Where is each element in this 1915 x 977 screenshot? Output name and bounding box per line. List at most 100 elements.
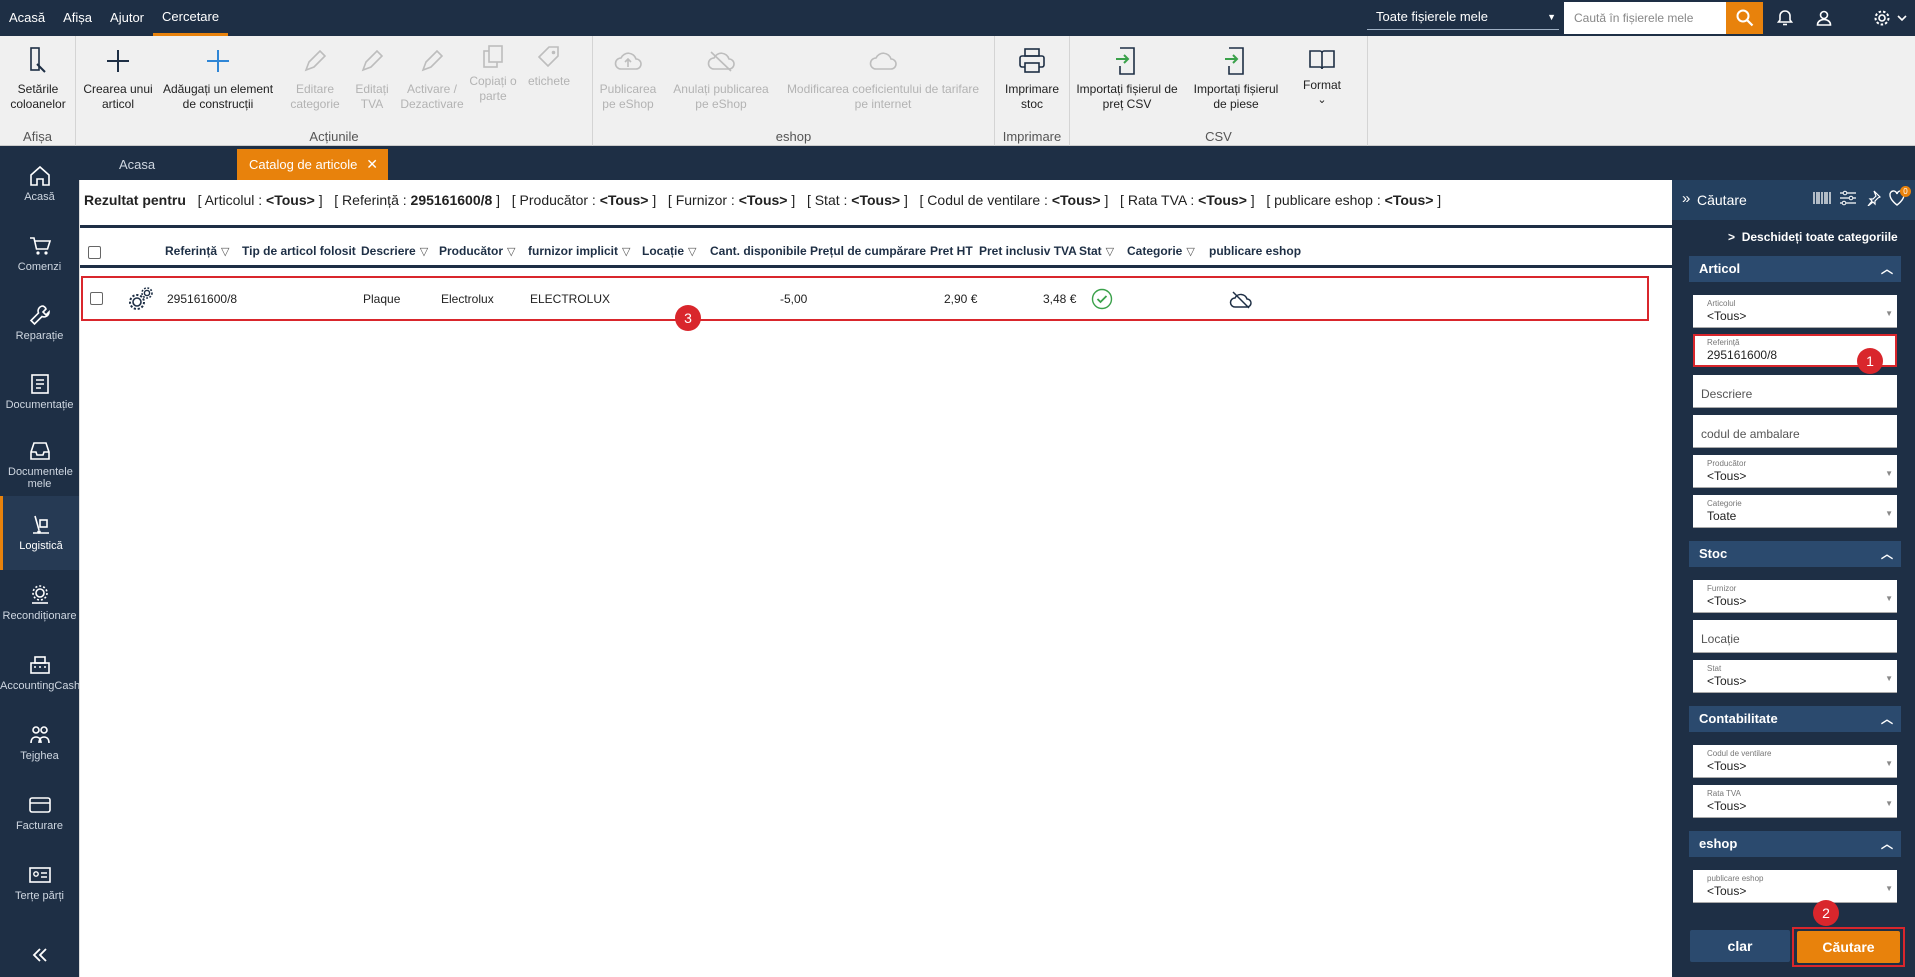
rata-tva-select[interactable]: Rata TVA <Tous> ▼ [1693,785,1897,818]
menu-ajutor[interactable]: Ajutor [101,0,153,36]
edit-category-button[interactable]: Editare categorie [284,40,346,112]
collapse-sidebar-button[interactable] [0,942,79,970]
add-construction-element-button[interactable]: Adăugați un element de construcții [156,40,280,112]
sidebar-item-tejghea[interactable]: Tejghea [0,722,79,762]
table-row[interactable]: 295161600/8 Plaque Electrolux ELECTROLUX… [81,276,1649,321]
cancel-publish-button[interactable]: Anulați publicarea pe eShop [665,40,777,112]
close-icon[interactable]: ✕ [366,149,378,180]
column-header-pret-ht[interactable]: Pret HT [930,244,973,258]
column-settings-button[interactable]: Setările coloanelor [2,40,74,112]
filter-icon[interactable]: ▽ [688,245,696,258]
double-chevron-right-icon[interactable]: » [1682,190,1690,207]
copy-icon [483,45,503,68]
column-header-descriere[interactable]: Descriere ▽ [361,244,428,258]
top-bar: Acasă Afișa Ajutor Cercetare Toate fișie… [0,0,1915,36]
column-header-publicare[interactable]: publicare eshop [1209,244,1301,258]
column-header-cantitate[interactable]: Cant. disponibile [710,244,807,258]
bell-icon[interactable] [1775,8,1795,28]
cell-referinta: 295161600/8 [167,292,238,306]
descriere-input[interactable]: Descriere [1693,375,1897,408]
sidebar-item-terte-parti[interactable]: Terțe părți [0,862,79,902]
sidebar-item-accountingcash[interactable]: AccountingCash [0,652,80,692]
column-header-tip[interactable]: Tip de articol folosit [242,244,356,258]
publicare-eshop-select[interactable]: publicare eshop <Tous> ▼ [1693,870,1897,903]
filter-icon[interactable]: ▽ [1186,245,1194,258]
user-icon[interactable] [1814,8,1834,28]
tab-catalog-articole[interactable]: Catalog de articole ✕ [237,149,388,180]
search-submit-button[interactable]: Căutare [1797,931,1900,963]
column-header-referinta[interactable]: Referință ▽ [165,244,229,258]
column-header-locatie[interactable]: Locație ▽ [642,244,696,258]
column-header-furnizor[interactable]: furnizor implicit ▽ [528,244,630,258]
filter-icon[interactable]: ▽ [420,245,428,258]
ribbon-group-eshop: Publicarea pe eShop Anulați publicarea p… [593,36,995,146]
step-badge-2: 2 [1813,900,1839,926]
chevron-down-icon[interactable] [1895,8,1909,28]
cloud-off-icon [1229,290,1253,313]
furnizor-select[interactable]: Furnizor <Tous> ▼ [1693,580,1897,613]
menu-acasa[interactable]: Acasă [0,0,54,36]
sidebar-item-facturare[interactable]: Facturare [0,792,79,832]
import-price-csv-button[interactable]: Importați fișierul de preț CSV [1074,40,1180,112]
section-articol[interactable]: Articol ︿ [1689,256,1901,282]
cod-ventilare-select[interactable]: Codul de ventilare <Tous> ▼ [1693,745,1897,778]
section-stoc[interactable]: Stoc ︿ [1689,541,1901,567]
inbox-icon [29,442,50,460]
global-search-button[interactable] [1726,2,1763,34]
labels-button[interactable]: etichete [520,40,578,89]
create-article-button[interactable]: Crearea unui articol [80,40,156,112]
column-header-pret-tva[interactable]: Pret inclusiv TVA [979,244,1077,258]
section-contabilitate[interactable]: Contabilitate ︿ [1689,706,1901,732]
format-button[interactable]: Format ⌄ [1292,40,1352,108]
sidebar-item-documentatie[interactable]: Documentație [0,371,79,411]
column-header-categorie[interactable]: Categorie ▽ [1127,244,1195,258]
menu-cercetare[interactable]: Cercetare [153,0,229,36]
filter-icon[interactable]: ▽ [507,245,515,258]
sidebar-item-logistica[interactable]: Logistică [0,496,79,570]
barcode-icon[interactable] [1812,190,1832,209]
search-icon [1736,9,1753,27]
column-header-producator[interactable]: Producător ▽ [439,244,515,258]
sidebar-item-label: Tejghea [20,750,59,762]
filter-icon[interactable]: ▽ [221,245,229,258]
print-stock-button[interactable]: Imprimare stoc [997,40,1067,112]
tab-acasa[interactable]: Acasa [107,149,167,180]
section-eshop[interactable]: eshop ︿ [1689,831,1901,857]
publish-eshop-label: Publicarea pe eShop [599,82,657,111]
clear-button[interactable]: clar [1690,930,1790,962]
sidebar-item-reconditionare[interactable]: Recondiționare [0,582,79,622]
open-all-categories-link[interactable]: > Deschideți toate categoriile [1728,230,1898,244]
row-checkbox[interactable] [90,292,103,305]
publish-eshop-button[interactable]: Publicarea pe eShop [597,40,659,112]
cod-ambalare-input[interactable]: codul de ambalare [1693,415,1897,448]
articolul-select[interactable]: Articolul <Tous> ▼ [1693,295,1897,328]
column-header-stat[interactable]: Stat ▽ [1079,244,1114,258]
modify-tariff-coefficient-button[interactable]: Modificarea coeficientului de tarifare p… [783,40,983,112]
global-search-input[interactable]: Caută în fișierele mele [1564,2,1726,34]
import-parts-file-button[interactable]: Importați fișierul de piese [1192,40,1280,112]
sidebar-item-acasa[interactable]: Acasă [0,163,79,203]
sidebar-item-reparatie[interactable]: Reparație [0,302,79,342]
file-scope-select[interactable]: Toate fișierele mele ▼ [1367,4,1559,30]
copy-part-button[interactable]: Copiați o parte [468,40,518,104]
stat-select[interactable]: Stat <Tous> ▼ [1693,660,1897,693]
column-header-pret-cumparare[interactable]: Prețul de cumpărare [810,244,926,258]
ribbon-group-label: CSV [1205,129,1232,144]
menu-afisa[interactable]: Afișa [54,0,101,36]
filter-icon[interactable]: ▽ [622,245,630,258]
sidebar-item-documentele-mele[interactable]: Documentele mele [0,438,79,490]
producator-select[interactable]: Producător <Tous> ▼ [1693,455,1897,488]
ribbon-toolbar: Setările coloanelor Afișa Crearea unui a… [0,36,1915,146]
step-badge-1: 1 [1857,348,1883,374]
chevron-down-icon: ▼ [1885,594,1893,603]
pin-icon[interactable] [1865,190,1882,209]
gear-icon[interactable] [1872,8,1892,28]
sidebar-item-comenzi[interactable]: Comenzi [0,233,79,273]
select-all-checkbox[interactable] [88,246,101,259]
activate-deactivate-button[interactable]: Activare / Dezactivare [398,40,466,112]
filter-icon[interactable]: ▽ [1106,245,1114,258]
edit-vat-button[interactable]: Editați TVA [348,40,396,112]
locatie-input[interactable]: Locație [1693,620,1897,653]
categorie-select[interactable]: Categorie Toate ▼ [1693,495,1897,528]
sliders-icon[interactable] [1839,190,1857,209]
